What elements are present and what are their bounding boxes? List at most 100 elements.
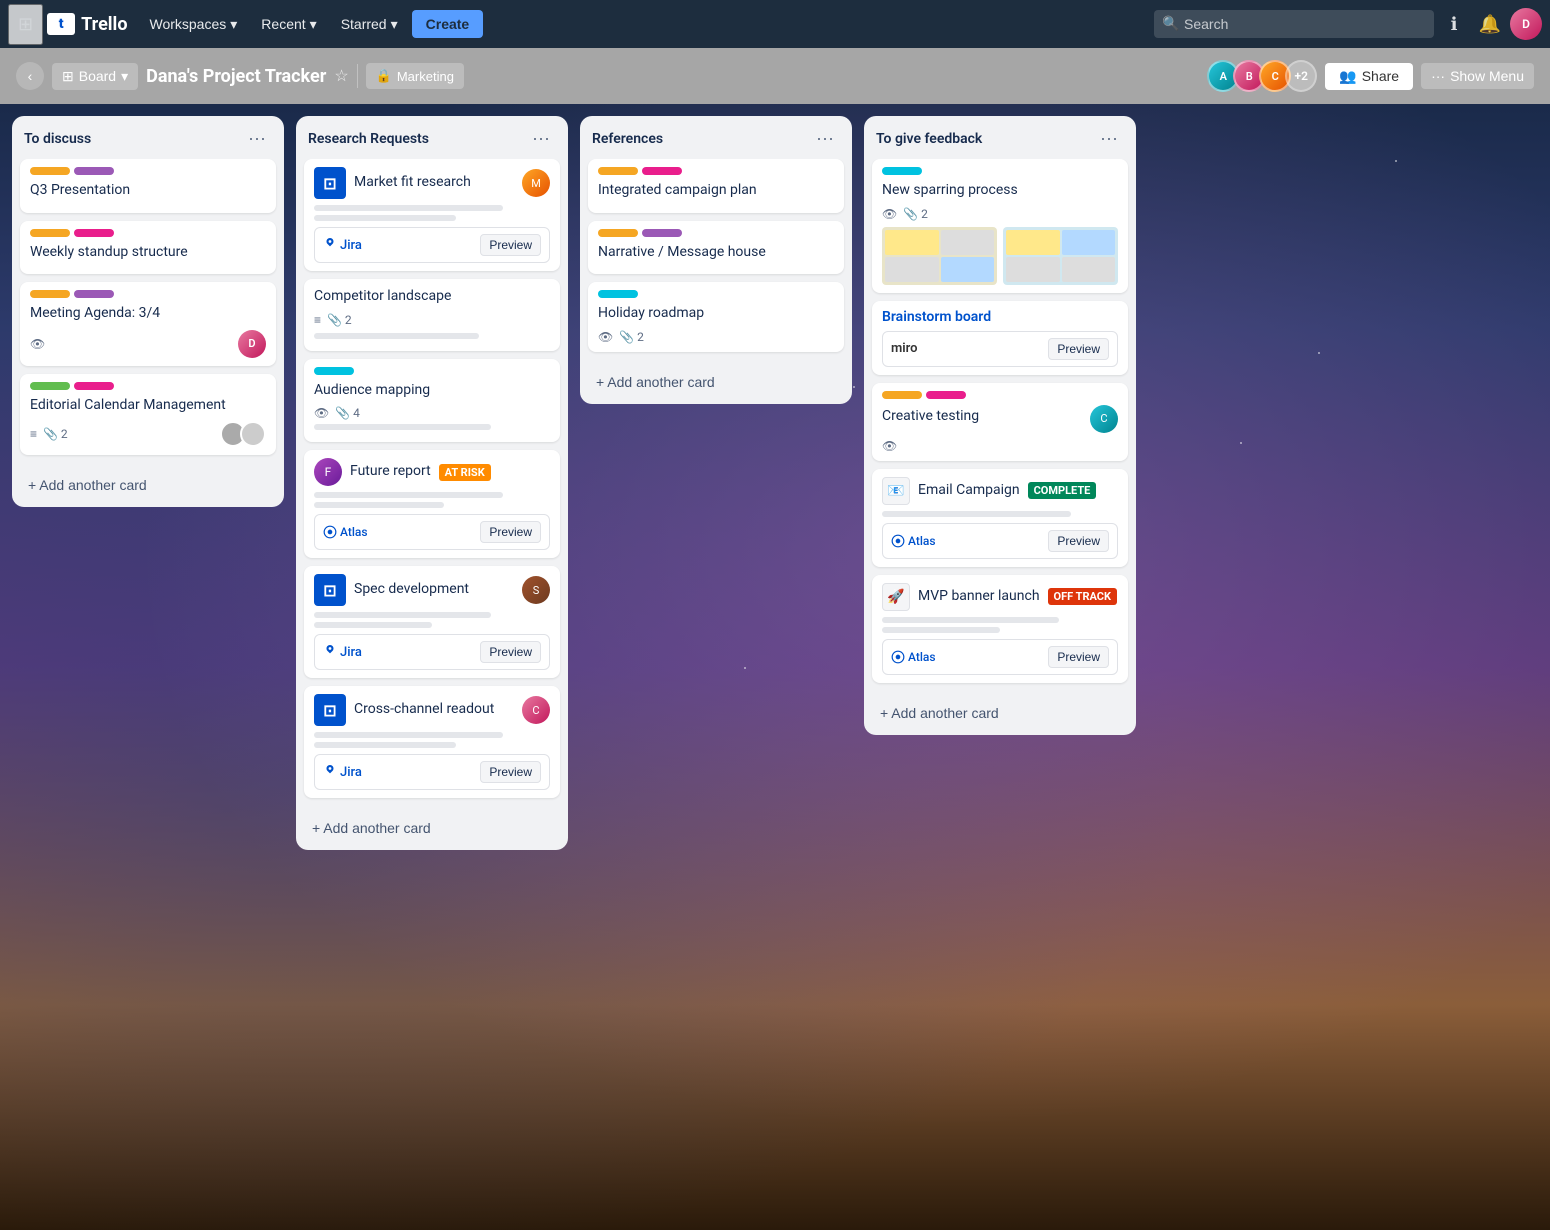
- card-title: Holiday roadmap: [598, 304, 834, 324]
- list-footer-feedback: + Add another card: [864, 691, 1136, 735]
- preview-button[interactable]: Preview: [480, 761, 541, 783]
- card-labels: [30, 382, 266, 390]
- card-integrated-campaign[interactable]: Integrated campaign plan: [588, 159, 844, 213]
- card-title: New sparring process: [882, 181, 1118, 201]
- skeleton: [314, 732, 503, 738]
- list-footer-references: + Add another card: [580, 360, 852, 404]
- card-future-report[interactable]: F Future report AT RISK Atlas Preview: [304, 450, 560, 558]
- card-cross-channel[interactable]: ⊡ Cross-channel readout C Jira Preview: [304, 686, 560, 798]
- workspaces-chevron: ▾: [230, 16, 237, 33]
- list-to-discuss: To discuss ··· Q3 Presentation: [12, 116, 284, 507]
- card-title: Q3 Presentation: [30, 181, 266, 201]
- card-avatar: C: [522, 696, 550, 724]
- share-button[interactable]: 👥 Share: [1325, 63, 1413, 90]
- card-footer: 👁: [882, 439, 1118, 453]
- label-pink: [74, 382, 114, 390]
- view-chevron: ▾: [121, 68, 128, 85]
- jira-integration: Jira Preview: [314, 634, 550, 670]
- create-button[interactable]: Create: [412, 10, 484, 38]
- card-brainstorm-board[interactable]: Brainstorm board miro Preview: [872, 301, 1128, 375]
- card-new-sparring[interactable]: New sparring process 👁 📎 2: [872, 159, 1128, 293]
- starred-menu[interactable]: Starred ▾: [331, 10, 408, 39]
- card-competitor-landscape[interactable]: Competitor landscape ≡ 📎 2: [304, 279, 560, 351]
- preview-button[interactable]: Preview: [1048, 646, 1109, 668]
- skeleton: [882, 511, 1071, 517]
- card-holiday-roadmap[interactable]: Holiday roadmap 👁 📎 2: [588, 282, 844, 352]
- board-title[interactable]: Dana's Project Tracker: [146, 66, 326, 87]
- card-creative-testing[interactable]: Creative testing C 👁: [872, 383, 1128, 461]
- add-card-references[interactable]: + Add another card: [588, 368, 844, 396]
- starred-chevron: ▾: [391, 16, 398, 33]
- status-badge-at-risk: AT RISK: [439, 464, 491, 481]
- card-editorial-calendar[interactable]: Editorial Calendar Management ≡ 📎 2: [20, 374, 276, 456]
- card-meeting-agenda[interactable]: Meeting Agenda: 3/4 👁 D: [20, 282, 276, 366]
- page-wrapper: ⊞ t Trello Workspaces ▾ Recent ▾ Starred…: [0, 0, 1550, 1230]
- list-footer-research: + Add another card: [296, 806, 568, 850]
- preview-button[interactable]: Preview: [480, 234, 541, 256]
- user-avatar[interactable]: D: [1510, 8, 1542, 40]
- card-footer: 👁 D: [30, 330, 266, 358]
- skeleton: [314, 622, 432, 628]
- add-card-research[interactable]: + Add another card: [304, 814, 560, 842]
- atlas-label: Atlas: [891, 534, 936, 548]
- board-view-button[interactable]: ⊞ Board ▾: [52, 63, 138, 90]
- label-pink: [74, 229, 114, 237]
- atlas-integration: Atlas Preview: [314, 514, 550, 550]
- card-email-campaign[interactable]: 📧 Email Campaign COMPLETE Atlas Preview: [872, 469, 1128, 567]
- add-card-to-discuss[interactable]: + Add another card: [20, 471, 276, 499]
- workspace-button[interactable]: 🔒 Marketing: [366, 63, 464, 89]
- show-menu-button[interactable]: ··· Show Menu: [1421, 63, 1534, 89]
- label-pink: [642, 167, 682, 175]
- jira-integration: Jira Preview: [314, 754, 550, 790]
- board-star-button[interactable]: ☆: [334, 66, 348, 86]
- card-spec-development[interactable]: ⊡ Spec development S Jira Preview: [304, 566, 560, 678]
- card-title: MVP banner launch: [918, 587, 1040, 607]
- preview-button[interactable]: Preview: [480, 641, 541, 663]
- card-avatar: M: [522, 169, 550, 197]
- logo[interactable]: t Trello: [47, 13, 127, 35]
- notification-button[interactable]: 🔔: [1474, 8, 1506, 40]
- card-mvp-banner[interactable]: 🚀 MVP banner launch OFF TRACK Atlas Prev…: [872, 575, 1128, 683]
- add-card-feedback[interactable]: + Add another card: [872, 699, 1128, 727]
- info-button[interactable]: ℹ: [1438, 8, 1470, 40]
- list-footer-to-discuss: + Add another card: [12, 463, 284, 507]
- card-labels: [30, 229, 266, 237]
- list-menu-research[interactable]: ···: [526, 126, 556, 151]
- search-input[interactable]: [1154, 10, 1434, 38]
- preview-button[interactable]: Preview: [1048, 338, 1109, 360]
- label-pink: [926, 391, 966, 399]
- card-labels: [882, 391, 1118, 399]
- grid-icon[interactable]: ⊞: [8, 4, 43, 45]
- card-market-fit[interactable]: ⊡ Market fit research M Jira Preview: [304, 159, 560, 271]
- collapse-sidebar-button[interactable]: ‹: [16, 62, 44, 90]
- recent-menu[interactable]: Recent ▾: [251, 10, 326, 39]
- share-label: Share: [1362, 68, 1399, 84]
- card-q3-presentation[interactable]: Q3 Presentation: [20, 159, 276, 213]
- trello-card-icon: ⊡: [314, 167, 346, 199]
- watch-badge: 👁: [30, 337, 45, 351]
- label-purple: [74, 167, 114, 175]
- label-yellow: [598, 167, 638, 175]
- label-purple: [642, 229, 682, 237]
- list-menu-feedback[interactable]: ···: [1094, 126, 1124, 151]
- list-title-to-discuss: To discuss: [24, 131, 242, 147]
- preview-button[interactable]: Preview: [1048, 530, 1109, 552]
- card-audience-mapping[interactable]: Audience mapping 👁 📎 4: [304, 359, 560, 443]
- card-weekly-standup[interactable]: Weekly standup structure: [20, 221, 276, 275]
- list-header-to-discuss: To discuss ···: [12, 116, 284, 159]
- workspaces-menu[interactable]: Workspaces ▾: [139, 10, 247, 39]
- label-blue: [598, 290, 638, 298]
- card-narrative-message[interactable]: Narrative / Message house: [588, 221, 844, 275]
- workspace-label: Marketing: [397, 69, 454, 84]
- logo-text: Trello: [81, 14, 127, 35]
- list-menu-references[interactable]: ···: [810, 126, 840, 151]
- card-labels: [598, 290, 834, 298]
- member-count[interactable]: +2: [1285, 60, 1317, 92]
- card-avatar: C: [1090, 405, 1118, 433]
- email-icon: 📧: [882, 477, 910, 505]
- board-header: ‹ ⊞ Board ▾ Dana's Project Tracker ☆ 🔒 M…: [0, 48, 1550, 104]
- preview-button[interactable]: Preview: [480, 521, 541, 543]
- card-labels: [598, 167, 834, 175]
- list-menu-to-discuss[interactable]: ···: [242, 126, 272, 151]
- jira-label: Jira: [323, 645, 362, 660]
